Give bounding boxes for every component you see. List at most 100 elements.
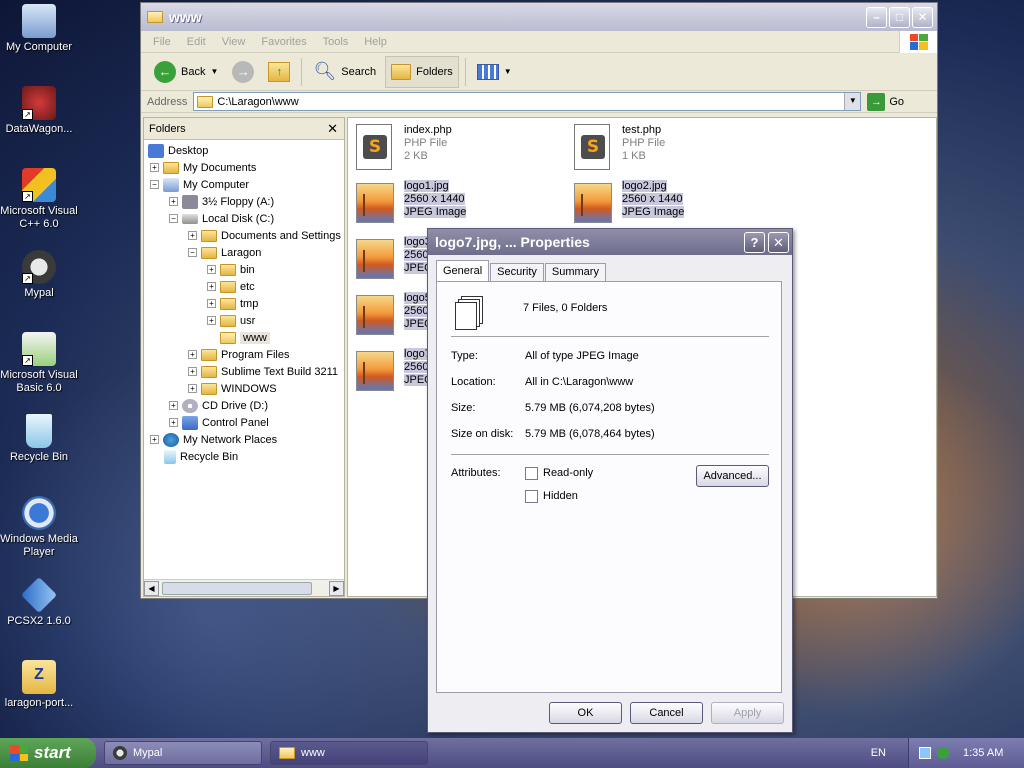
back-button[interactable]: ← Back ▼ bbox=[149, 56, 223, 88]
tree-item-usr[interactable]: + usr bbox=[207, 312, 255, 329]
go-button[interactable]: → Go bbox=[867, 92, 904, 111]
readonly-checkbox-box[interactable] bbox=[525, 467, 538, 480]
folders-button[interactable]: Folders bbox=[385, 55, 459, 88]
ok-button[interactable]: OK bbox=[549, 702, 622, 724]
tree-item-recycle-bin[interactable]: Recycle Bin bbox=[164, 448, 238, 465]
collapse-icon[interactable]: − bbox=[169, 214, 178, 223]
menu-edit[interactable]: Edit bbox=[187, 36, 206, 48]
expand-icon[interactable]: + bbox=[207, 265, 216, 274]
desktop-icon-media-player[interactable]: Windows Media Player bbox=[0, 496, 78, 559]
tree-item-local-disk[interactable]: − Local Disk (C:) bbox=[169, 210, 274, 227]
tree-item-my-documents[interactable]: + My Documents bbox=[150, 159, 256, 176]
expand-icon[interactable]: + bbox=[207, 299, 216, 308]
tree-item-sublime[interactable]: + Sublime Text Build 3211 bbox=[188, 363, 338, 380]
file-logo7-jpg[interactable]: logo7 2560 JPEG bbox=[356, 348, 433, 396]
tree-item-desktop[interactable]: Desktop bbox=[148, 142, 208, 159]
expand-icon[interactable]: + bbox=[188, 384, 197, 393]
desktop-icon-visual-basic[interactable]: ↗ Microsoft Visual Basic 6.0 bbox=[0, 332, 78, 395]
task-mypal[interactable]: Mypal bbox=[104, 741, 262, 765]
menu-file[interactable]: File bbox=[153, 36, 171, 48]
menu-favorites[interactable]: Favorites bbox=[261, 36, 306, 48]
minimize-button[interactable]: – bbox=[866, 6, 887, 28]
expand-icon[interactable]: + bbox=[169, 197, 178, 206]
collapse-icon[interactable]: − bbox=[150, 180, 159, 189]
tree-item-control-panel[interactable]: + Control Panel bbox=[169, 414, 269, 431]
desktop-icon-mypal[interactable]: ↗ Mypal bbox=[0, 250, 78, 300]
hidden-checkbox-box[interactable] bbox=[525, 490, 538, 503]
readonly-checkbox[interactable]: Read-only bbox=[525, 467, 593, 480]
expand-icon[interactable]: + bbox=[150, 163, 159, 172]
tree-item-www[interactable]: www bbox=[220, 329, 270, 346]
properties-dialog[interactable]: logo7.jpg, ... Properties ? ✕ General Se… bbox=[427, 228, 793, 733]
tree-item-documents-settings[interactable]: + Documents and Settings bbox=[188, 227, 341, 244]
hidden-checkbox[interactable]: Hidden bbox=[525, 490, 578, 503]
address-dropdown-button[interactable]: ▼ bbox=[844, 93, 861, 110]
file-logo3-jpg[interactable]: logo3 2560 JPEG bbox=[356, 236, 433, 284]
task-www[interactable]: www bbox=[270, 741, 428, 765]
tree-item-program-files[interactable]: + Program Files bbox=[188, 346, 289, 363]
expand-icon[interactable]: + bbox=[188, 231, 197, 240]
desktop-icon-recycle-bin[interactable]: Recycle Bin bbox=[0, 414, 78, 464]
language-indicator[interactable]: EN bbox=[871, 747, 886, 759]
collapse-icon[interactable]: − bbox=[188, 248, 197, 257]
views-button[interactable]: ▼ bbox=[472, 56, 517, 88]
tree-item-floppy[interactable]: +3½ Floppy (A:) bbox=[169, 193, 274, 210]
expand-icon[interactable]: + bbox=[169, 401, 178, 410]
forward-button[interactable]: → bbox=[227, 56, 259, 88]
laragon-tray-icon[interactable] bbox=[937, 747, 949, 759]
close-button[interactable]: ✕ bbox=[912, 6, 933, 28]
expand-icon[interactable]: + bbox=[150, 435, 159, 444]
help-button[interactable]: ? bbox=[744, 231, 765, 253]
file-logo2-jpg[interactable]: logo2.jpg 2560 x 1440 JPEG Image bbox=[574, 180, 685, 228]
file-logo5-jpg[interactable]: logo5 2560 JPEG bbox=[356, 292, 433, 340]
start-button[interactable]: start bbox=[0, 738, 96, 768]
properties-titlebar[interactable]: logo7.jpg, ... Properties ? ✕ bbox=[428, 229, 792, 255]
tree-item-cd-drive[interactable]: + CD Drive (D:) bbox=[169, 397, 268, 414]
tree-item-windows[interactable]: + WINDOWS bbox=[188, 380, 277, 397]
expand-icon[interactable]: + bbox=[188, 350, 197, 359]
file-index-php[interactable]: S index.php PHP File 2 KB bbox=[356, 124, 452, 172]
close-button[interactable]: ✕ bbox=[768, 231, 789, 253]
expand-icon[interactable]: + bbox=[169, 418, 178, 427]
file-logo1-jpg[interactable]: logo1.jpg 2560 x 1440 JPEG Image bbox=[356, 180, 467, 228]
cancel-button[interactable]: Cancel bbox=[630, 702, 703, 724]
scroll-right-button[interactable]: ▶ bbox=[329, 580, 344, 596]
desktop-icon-visual-cpp[interactable]: ↗ Microsoft Visual C++ 6.0 bbox=[0, 168, 78, 231]
clock[interactable]: 1:35 AM bbox=[963, 747, 1003, 759]
chevron-down-icon[interactable]: ▼ bbox=[504, 67, 512, 76]
expand-icon[interactable]: + bbox=[207, 316, 216, 325]
folders-horizontal-scrollbar[interactable]: ◀ ▶ bbox=[144, 579, 344, 596]
menu-view[interactable]: View bbox=[222, 36, 246, 48]
network-tray-icon[interactable] bbox=[919, 747, 931, 759]
advanced-button[interactable]: Advanced... bbox=[696, 465, 769, 487]
tree-item-laragon[interactable]: − Laragon bbox=[188, 244, 261, 261]
expand-icon[interactable]: + bbox=[188, 367, 197, 376]
desktop-icon-datawagon[interactable]: ↗ DataWagon... bbox=[0, 86, 78, 136]
sublime-file-icon: S bbox=[574, 124, 610, 170]
tree-item-tmp[interactable]: + tmp bbox=[207, 295, 258, 312]
tab-general[interactable]: General bbox=[436, 260, 490, 281]
expand-icon[interactable]: + bbox=[207, 282, 216, 291]
tab-summary[interactable]: Summary bbox=[544, 263, 606, 281]
address-input[interactable]: C:\Laragon\www ▼ bbox=[193, 92, 862, 111]
menu-tools[interactable]: Tools bbox=[323, 36, 349, 48]
scroll-thumb[interactable] bbox=[162, 581, 312, 595]
apply-button[interactable]: Apply bbox=[711, 702, 784, 724]
file-test-php[interactable]: S test.php PHP File 1 KB bbox=[574, 124, 665, 172]
close-folders-pane-button[interactable]: ✕ bbox=[327, 121, 338, 137]
scroll-left-button[interactable]: ◀ bbox=[144, 580, 159, 596]
search-button[interactable]: 🔍︎ Search bbox=[308, 56, 381, 88]
up-folder-button[interactable]: ↑ bbox=[263, 56, 295, 88]
tree-item-bin[interactable]: + bin bbox=[207, 261, 255, 278]
desktop-icon-laragon[interactable]: Z laragon-port... bbox=[0, 660, 78, 710]
maximize-button[interactable]: □ bbox=[889, 6, 910, 28]
tree-item-my-computer[interactable]: − My Computer bbox=[150, 176, 249, 193]
explorer-titlebar[interactable]: www – □ ✕ bbox=[141, 3, 937, 31]
desktop-icon-my-computer[interactable]: My Computer bbox=[0, 4, 78, 54]
chevron-down-icon[interactable]: ▼ bbox=[210, 67, 218, 76]
desktop-icon-pcsx2[interactable]: PCSX2 1.6.0 bbox=[0, 576, 78, 628]
tree-item-network-places[interactable]: + My Network Places bbox=[150, 431, 277, 448]
tab-security[interactable]: Security bbox=[490, 263, 544, 281]
tree-item-etc[interactable]: + etc bbox=[207, 278, 255, 295]
menu-help[interactable]: Help bbox=[364, 36, 387, 48]
